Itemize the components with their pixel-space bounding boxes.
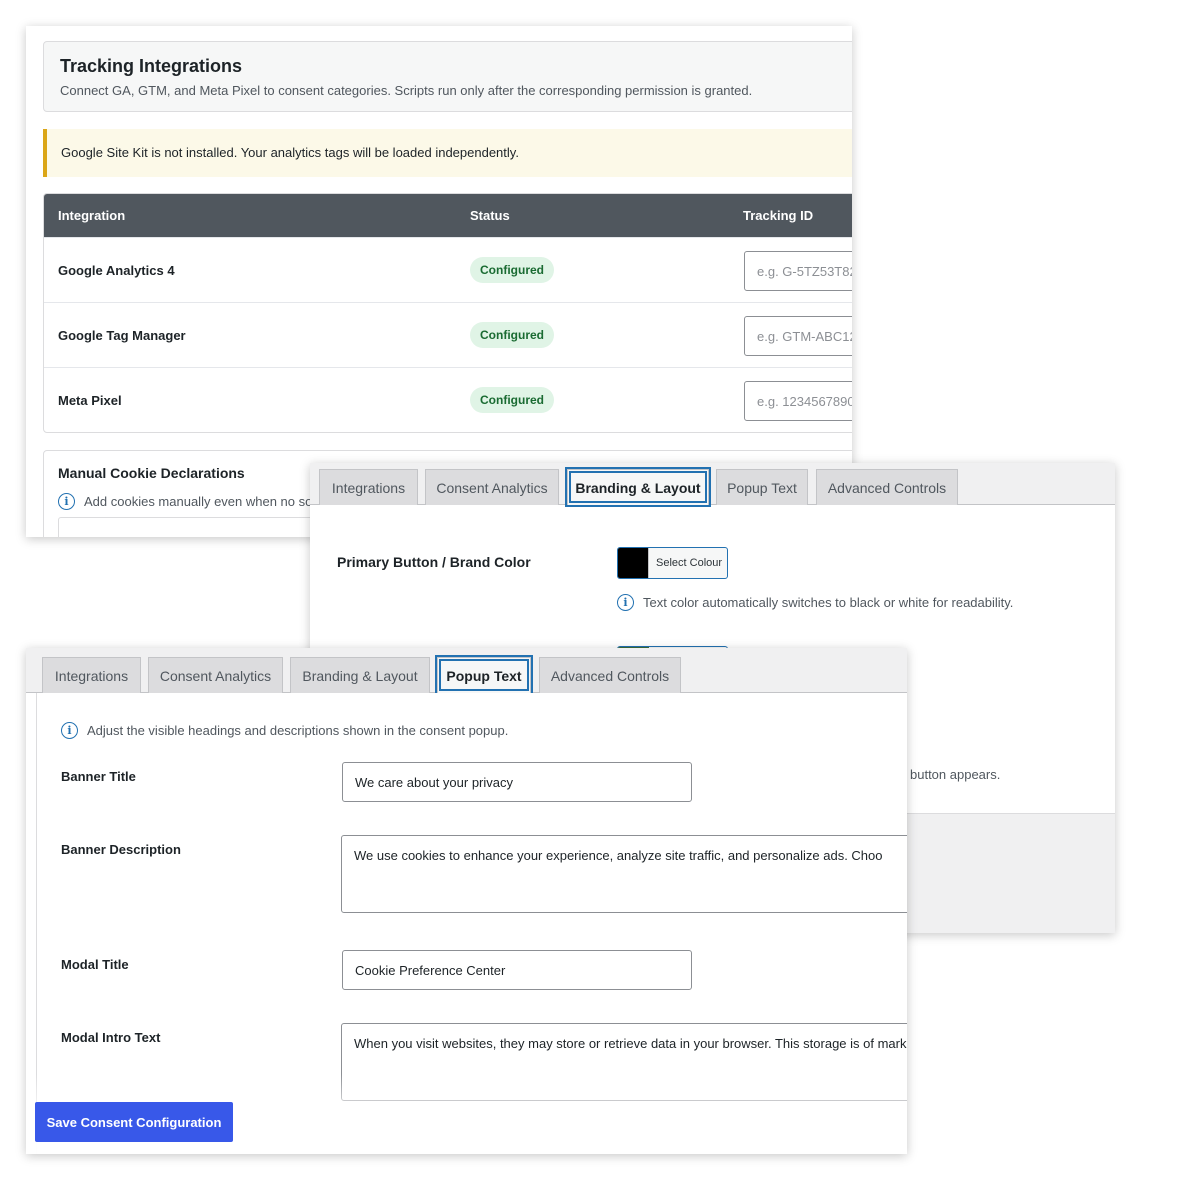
status-badge: Configured [470,322,554,348]
table-row: Google Tag Manager Configured [44,302,852,367]
banner-description-textarea[interactable]: We use cookies to enhance your experienc… [341,835,907,913]
branding-hint-text: Text color automatically switches to bla… [643,595,1014,610]
manual-hint-text: Add cookies manually even when no so [84,494,313,509]
modal-intro-label: Modal Intro Text [61,1030,161,1045]
tab-branding-layout[interactable]: Branding & Layout [290,657,430,693]
info-icon: i [58,493,75,510]
tab-advanced-controls[interactable]: Advanced Controls [539,657,681,693]
tab-popup-text[interactable]: Popup Text [437,657,531,693]
banner-title-input[interactable] [342,762,692,802]
integration-name: Google Analytics 4 [58,263,175,278]
column-tracking-id: Tracking ID [743,208,814,223]
popup-text-panel: Integrations Consent Analytics Branding … [26,648,907,1154]
branding-hint: i Text color automatically switches to b… [617,594,1013,611]
tracking-integrations-panel: Tracking Integrations Connect GA, GTM, a… [26,26,852,537]
popup-hint-text: Adjust the visible headings and descript… [87,723,509,738]
column-status: Status [470,208,510,223]
table-header: Integration Status Tracking ID [44,194,852,237]
integrations-table: Integration Status Tracking ID Google An… [43,193,852,433]
tab-advanced-controls[interactable]: Advanced Controls [816,469,958,505]
tab-consent-analytics[interactable]: Consent Analytics [148,657,283,693]
modal-title-label: Modal Title [61,957,129,972]
gtm-tracking-id-input[interactable] [744,316,852,356]
save-consent-button[interactable]: Save Consent Configuration [35,1102,233,1142]
integration-name: Google Tag Manager [58,328,186,343]
popup-hint: i Adjust the visible headings and descri… [61,722,508,739]
tab-integrations[interactable]: Integrations [42,657,141,693]
status-badge: Configured [470,257,554,283]
tab-popup-text[interactable]: Popup Text [716,469,808,505]
tab-bar: Integrations Consent Analytics Branding … [26,648,907,693]
tracking-header: Tracking Integrations Connect GA, GTM, a… [43,41,852,112]
banner-title-label: Banner Title [61,769,136,784]
tab-bar: Integrations Consent Analytics Branding … [310,463,1115,505]
banner-description-label: Banner Description [61,842,181,857]
select-colour-button[interactable]: Select Colour [617,547,728,579]
select-colour-label: Select Colour [656,557,723,569]
meta-pixel-id-input[interactable] [744,381,852,421]
modal-title-input[interactable] [342,950,692,990]
ga4-tracking-id-input[interactable] [744,251,852,291]
info-icon: i [617,594,634,611]
color-swatch [618,548,649,578]
tab-consent-analytics[interactable]: Consent Analytics [425,469,559,505]
status-badge: Configured [470,387,554,413]
branding-hint-2: button appears. [910,767,1001,782]
tab-integrations[interactable]: Integrations [319,469,418,505]
table-row: Google Analytics 4 Configured [44,237,852,302]
column-integration: Integration [58,208,126,223]
tracking-subtitle: Connect GA, GTM, and Meta Pixel to conse… [60,83,753,98]
table-row: Meta Pixel Configured [44,367,852,432]
integration-name: Meta Pixel [58,393,122,408]
info-icon: i [61,722,78,739]
site-kit-notice: Google Site Kit is not installed. Your a… [43,129,852,177]
tracking-title: Tracking Integrations [60,56,243,76]
tab-branding-layout[interactable]: Branding & Layout [567,469,709,505]
primary-color-label: Primary Button / Brand Color [337,554,531,570]
